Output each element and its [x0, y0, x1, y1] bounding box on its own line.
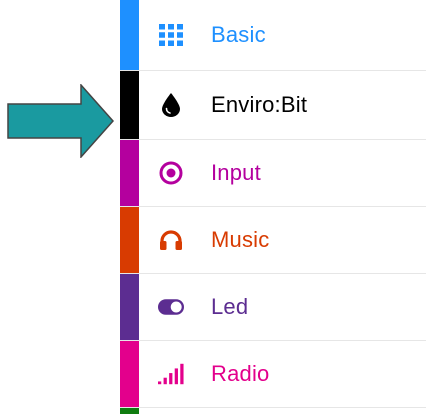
arrow-right-icon — [7, 84, 115, 158]
category-led[interactable]: Led — [120, 274, 426, 341]
category-enviro-bit[interactable]: Enviro:Bit — [120, 71, 426, 140]
category-label: Input — [211, 160, 261, 185]
grid-icon — [158, 22, 184, 48]
category-label: Enviro:Bit — [211, 92, 308, 117]
category-label: Led — [211, 294, 249, 319]
target-icon — [158, 160, 184, 186]
headphones-icon — [158, 227, 184, 253]
category-color-bar — [120, 341, 139, 407]
category-basic[interactable]: Basic — [120, 0, 426, 71]
category-label: Music — [211, 227, 270, 252]
signal-bars-icon — [158, 361, 184, 387]
toggle-icon — [158, 294, 184, 320]
category-next-partial[interactable] — [120, 408, 426, 414]
category-color-bar — [120, 140, 139, 206]
screenshot-stage: Basic Enviro:Bit Input Music Led Radio — [0, 0, 426, 414]
category-color-bar — [120, 207, 139, 273]
droplet-icon — [158, 92, 184, 118]
category-color-bar — [120, 408, 139, 414]
category-music[interactable]: Music — [120, 207, 426, 274]
category-color-bar — [120, 71, 139, 139]
category-color-bar — [120, 0, 139, 70]
category-radio[interactable]: Radio — [120, 341, 426, 408]
category-input[interactable]: Input — [120, 140, 426, 207]
category-label: Basic — [211, 22, 266, 47]
category-label: Radio — [211, 361, 270, 386]
category-color-bar — [120, 274, 139, 340]
toolbox-category-menu: Basic Enviro:Bit Input Music Led Radio — [120, 0, 426, 414]
